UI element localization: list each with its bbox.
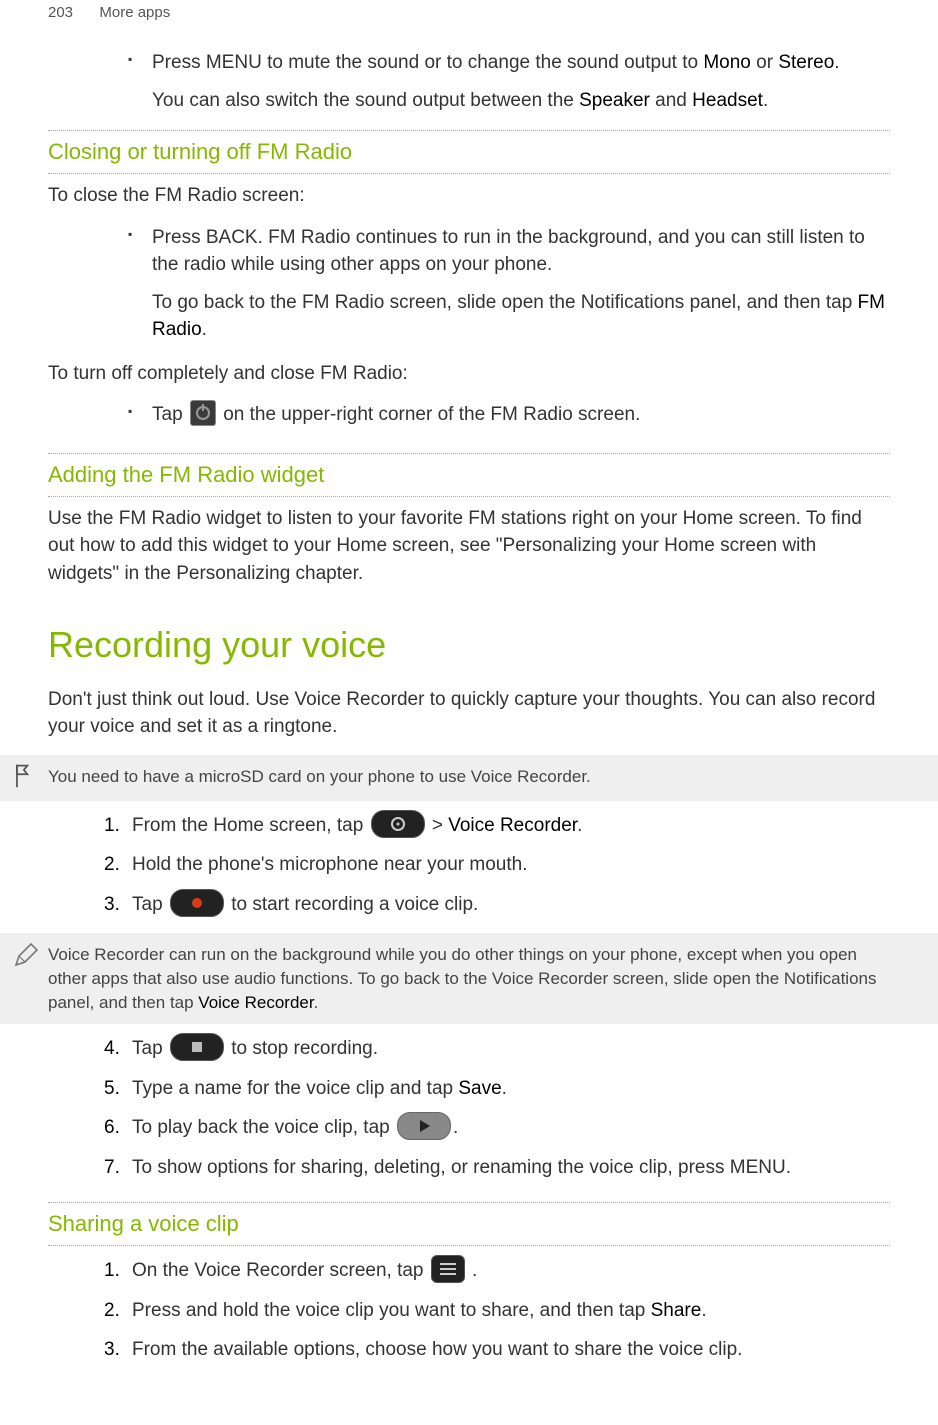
step-7: To show options for sharing, deleting, o…: [104, 1153, 890, 1182]
bullet-mono-stereo: Press MENU to mute the sound or to chang…: [128, 49, 890, 77]
closing-intro-2: To turn off completely and close FM Radi…: [48, 360, 890, 388]
text: .: [502, 1078, 507, 1099]
heading-recording-voice: Recording your voice: [48, 624, 890, 666]
mono-label: Mono: [703, 52, 751, 73]
divider: [48, 130, 890, 131]
note-text: You need to have a microSD card on your …: [48, 767, 591, 786]
text: .: [763, 90, 768, 111]
divider: [48, 1245, 890, 1246]
voice-recorder-label: Voice Recorder: [448, 815, 577, 836]
note-text: Voice Recorder can run on the background…: [48, 945, 876, 1012]
text: >: [427, 815, 449, 836]
text: on the upper-right corner of the FM Radi…: [218, 404, 640, 425]
bullet-follow-notifications: To go back to the FM Radio screen, slide…: [128, 289, 890, 344]
step-5: Type a name for the voice clip and tap S…: [104, 1074, 890, 1103]
text: or: [751, 52, 778, 73]
text: Press MENU to mute the sound or to chang…: [152, 52, 703, 73]
menu-icon: [431, 1255, 465, 1283]
text: Tap: [132, 894, 168, 915]
voice-recorder-label: Voice Recorder: [198, 993, 313, 1012]
speaker-label: Speaker: [579, 90, 650, 111]
text: .: [467, 1260, 478, 1281]
subhead-closing-fm: Closing or turning off FM Radio: [48, 139, 890, 165]
headset-label: Headset: [692, 90, 763, 111]
text: To play back the voice clip, tap: [132, 1117, 395, 1138]
bullet-press-back: Press BACK. FM Radio continues to run in…: [128, 224, 890, 279]
text: Type a name for the voice clip and tap: [132, 1078, 458, 1099]
divider: [48, 1202, 890, 1203]
closing-bullets-2: Tap on the upper-right corner of the FM …: [48, 401, 890, 429]
apps-icon: [371, 810, 425, 838]
divider: [48, 453, 890, 454]
stereo-label: Stereo: [778, 52, 834, 73]
text: To go back to the FM Radio screen, slide…: [152, 292, 858, 313]
text: Tap: [132, 1038, 168, 1059]
text: .: [834, 52, 839, 73]
flag-icon: [12, 763, 38, 793]
note-background: Voice Recorder can run on the background…: [0, 933, 938, 1024]
pencil-icon: [12, 941, 38, 971]
closing-intro: To close the FM Radio screen:: [48, 182, 890, 210]
divider: [48, 173, 890, 174]
text: .: [202, 319, 207, 340]
text: to start recording a voice clip.: [226, 894, 478, 915]
text: Press and hold the voice clip you want t…: [132, 1300, 651, 1321]
text: On the Voice Recorder screen, tap: [132, 1260, 429, 1281]
save-label: Save: [458, 1078, 501, 1099]
page-number: 203: [48, 4, 73, 21]
stop-icon: [170, 1033, 224, 1061]
share-step-1: On the Voice Recorder screen, tap .: [104, 1256, 890, 1285]
text: You can also switch the sound output bet…: [152, 90, 579, 111]
fm-sound-bullets: Press MENU to mute the sound or to chang…: [48, 49, 890, 114]
bullet-speaker-headset: You can also switch the sound output bet…: [128, 87, 890, 115]
step-2: Hold the phone's microphone near your mo…: [104, 850, 890, 879]
power-icon: [190, 400, 216, 426]
bullet-tap-power: Tap on the upper-right corner of the FM …: [128, 401, 890, 429]
recording-steps-b: Tap to stop recording. Type a name for t…: [48, 1034, 890, 1182]
note-microsd: You need to have a microSD card on your …: [0, 755, 938, 801]
text: From the Home screen, tap: [132, 815, 369, 836]
step-4: Tap to stop recording.: [104, 1034, 890, 1063]
recording-steps-a: From the Home screen, tap > Voice Record…: [48, 811, 890, 919]
text: .: [453, 1117, 458, 1138]
text: .: [314, 993, 319, 1012]
text: Tap: [152, 404, 188, 425]
sharing-steps: On the Voice Recorder screen, tap . Pres…: [48, 1256, 890, 1364]
text: .: [577, 815, 582, 836]
step-6: To play back the voice clip, tap .: [104, 1113, 890, 1142]
text: and: [650, 90, 692, 111]
divider: [48, 496, 890, 497]
fm-widget-body: Use the FM Radio widget to listen to you…: [48, 505, 890, 588]
share-label: Share: [651, 1300, 702, 1321]
step-1: From the Home screen, tap > Voice Record…: [104, 811, 890, 840]
share-step-2: Press and hold the voice clip you want t…: [104, 1296, 890, 1325]
section-name: More apps: [99, 4, 170, 21]
subhead-fm-widget: Adding the FM Radio widget: [48, 462, 890, 488]
manual-page: 203 More apps Press MENU to mute the sou…: [0, 0, 938, 1425]
record-icon: [170, 889, 224, 917]
play-icon: [397, 1112, 451, 1140]
text: to stop recording.: [226, 1038, 378, 1059]
page-header: 203 More apps: [48, 0, 890, 21]
step-3: Tap to start recording a voice clip.: [104, 890, 890, 919]
closing-bullets-1: Press BACK. FM Radio continues to run in…: [48, 224, 890, 344]
subhead-sharing-clip: Sharing a voice clip: [48, 1211, 890, 1237]
recording-intro: Don't just think out loud. Use Voice Rec…: [48, 686, 890, 741]
share-step-3: From the available options, choose how y…: [104, 1335, 890, 1364]
text: .: [701, 1300, 706, 1321]
